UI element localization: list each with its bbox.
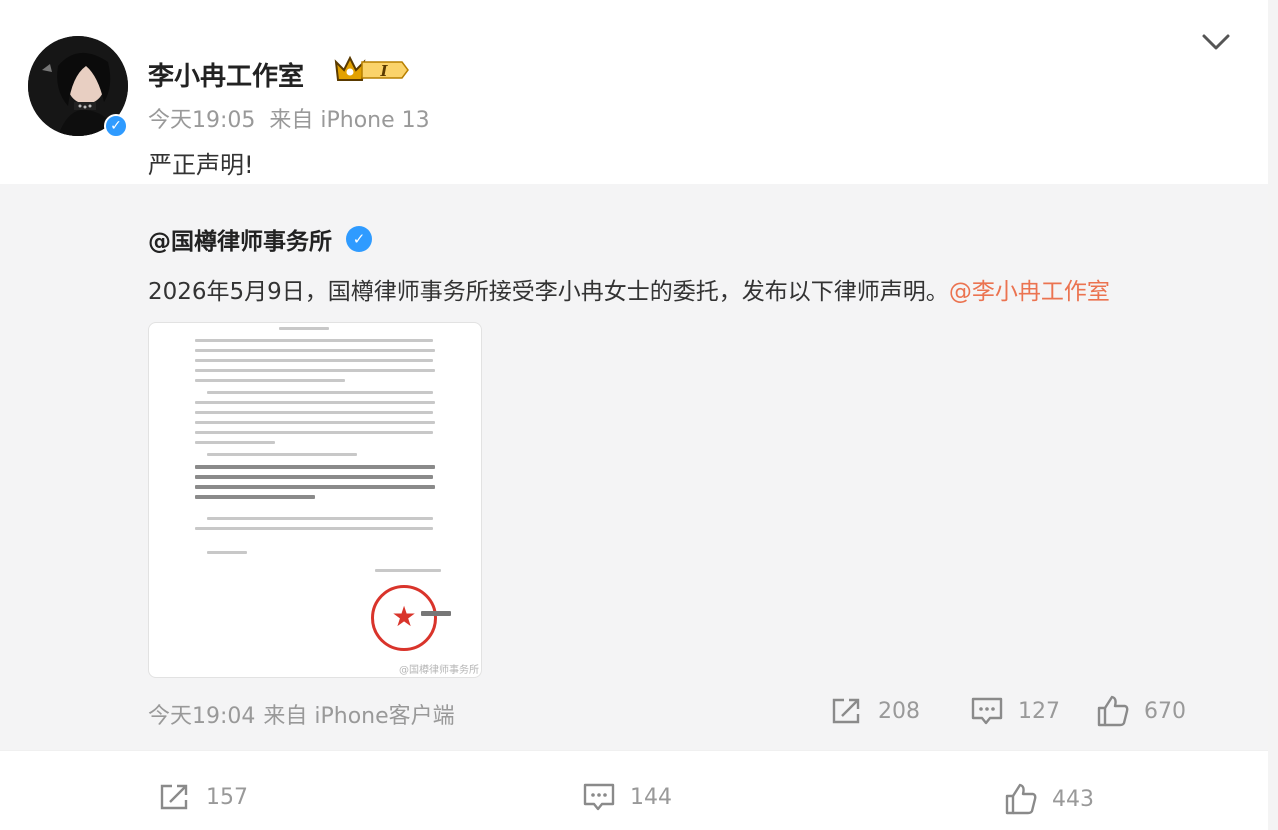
chevron-down-icon[interactable] (1200, 30, 1232, 54)
author-name[interactable]: 李小冉工作室 (148, 56, 304, 93)
original-author-link[interactable]: @国樽律师事务所 (148, 222, 332, 256)
post-meta: 今天19:05 来自 iPhone 13 (148, 102, 444, 134)
comment-count: 144 (630, 784, 672, 810)
verified-icon: ✓ (104, 114, 128, 138)
like-button[interactable]: 443 (1004, 782, 1094, 816)
divider (0, 750, 1268, 751)
original-post-body: 2026年5月9日，国樽律师事务所接受李小冉女士的委托，发布以下律师声明。 (148, 279, 949, 305)
repost-forward-button[interactable]: 208 (830, 696, 920, 726)
scrollbar[interactable] (1268, 0, 1278, 830)
original-post-source: 来自 iPhone客户端 (263, 704, 455, 729)
share-icon (160, 784, 188, 810)
original-post-text: 2026年5月9日，国樽律师事务所接受李小冉女士的委托，发布以下律师声明。@李小… (148, 272, 1110, 306)
thumbs-up-icon (1005, 783, 1037, 815)
comment-count: 127 (1018, 698, 1060, 724)
weibo-post-card: ✓ 李小冉工作室 I 今天19:05 来自 iPhone 13 严正声明! @国樽… (0, 0, 1268, 830)
thumbs-up-icon (1097, 695, 1129, 727)
law-firm-seal: ★ (371, 585, 437, 651)
image-watermark: @国樽律师事务所 (399, 665, 479, 676)
statement-image[interactable]: ★ @国樽律师事务所 (148, 322, 482, 678)
mention-link[interactable]: @李小冉工作室 (949, 279, 1110, 305)
post-source: 来自 iPhone 13 (269, 108, 430, 133)
like-count: 670 (1144, 698, 1186, 724)
comment-button[interactable]: 144 (582, 782, 672, 812)
forward-count: 157 (206, 784, 248, 810)
verified-icon: ✓ (346, 226, 372, 252)
repost-like-button[interactable]: 670 (1096, 694, 1186, 728)
original-post-meta: 今天19:04 来自 iPhone客户端 (148, 698, 463, 730)
comment-icon (971, 697, 1003, 725)
post-time[interactable]: 今天19:05 (148, 108, 255, 133)
like-count: 443 (1052, 786, 1094, 812)
original-post-time[interactable]: 今天19:04 (148, 704, 255, 729)
repost-comment-button[interactable]: 127 (970, 696, 1060, 726)
forward-count: 208 (878, 698, 920, 724)
share-icon (832, 698, 860, 724)
comment-icon (583, 783, 615, 811)
vip-level-text: I (379, 62, 388, 80)
forward-button[interactable]: 157 (158, 782, 248, 812)
post-text: 严正声明! (148, 151, 254, 179)
vip-crown-icon[interactable]: I (332, 54, 412, 90)
